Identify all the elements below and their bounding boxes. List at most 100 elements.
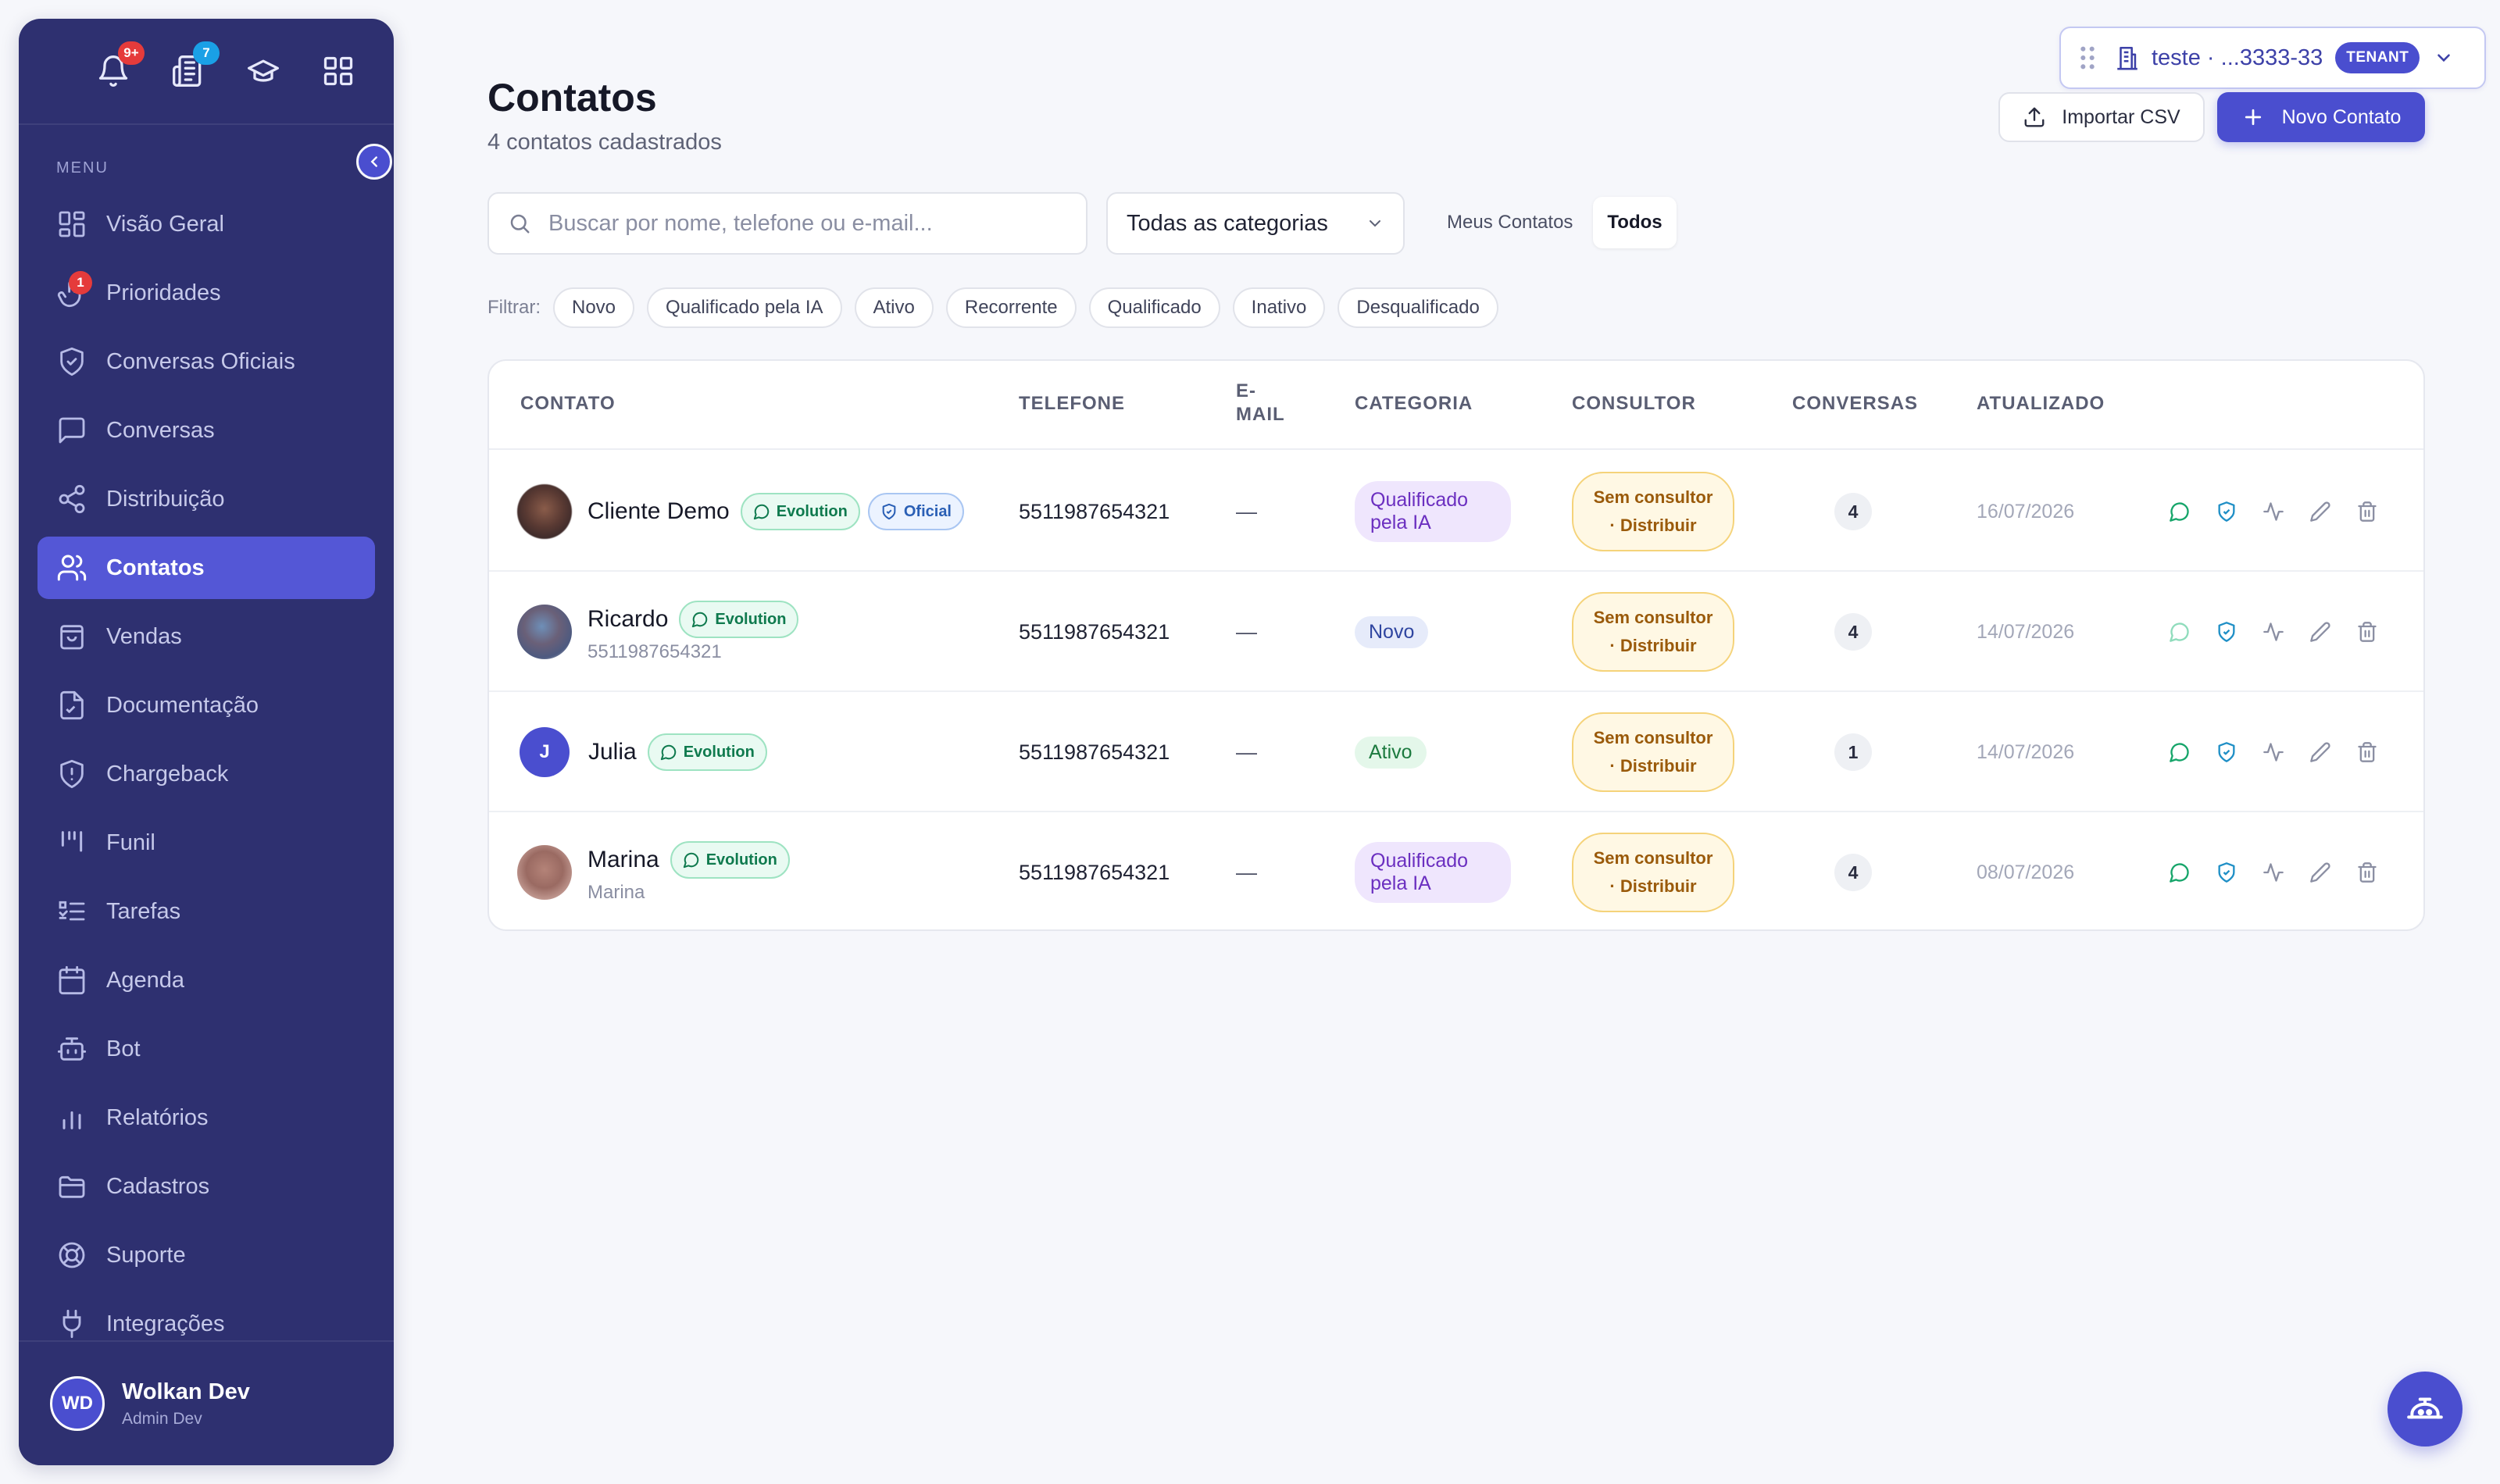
column-contato[interactable]: CONTATO [520, 392, 616, 416]
distribute-button[interactable]: Sem consultor · Distribuir [1572, 833, 1734, 912]
contact-name-line: Cliente Demo Evolution Oficial [588, 493, 964, 530]
documents-button[interactable]: 7 [171, 41, 220, 88]
user-role: Admin Dev [122, 1409, 202, 1428]
contact-cell: Cliente Demo Evolution Oficial [517, 451, 964, 572]
column-telefone[interactable]: TELEFONE [1019, 392, 1125, 416]
sidebar-item-label: Tarefas [106, 898, 181, 924]
import-csv-button[interactable]: Importar CSV [1998, 92, 2205, 142]
contact-name[interactable]: Ricardo [588, 606, 668, 633]
edit-icon[interactable] [2309, 862, 2331, 883]
learning-button[interactable] [246, 54, 280, 88]
sidebar-item-cadastros[interactable]: Cadastros [38, 1155, 375, 1218]
table-row[interactable]: Marina Evolution Marina 5511987654321 — … [489, 812, 2423, 929]
toggle-todos[interactable]: Todos [1593, 197, 1677, 248]
trash-icon[interactable] [2356, 501, 2378, 523]
sidebar-item-label: Visão Geral [106, 211, 224, 237]
sidebar-item-documentacao[interactable]: Documentação [38, 674, 375, 737]
trash-icon[interactable] [2356, 862, 2378, 883]
sidebar-item-prioridades[interactable]: 1 Prioridades [38, 262, 375, 324]
filter-chip-novo[interactable]: Novo [553, 287, 635, 328]
toggle-meus-contatos[interactable]: Meus Contatos [1433, 197, 1587, 248]
search-input[interactable] [548, 210, 1064, 237]
edit-icon[interactable] [2309, 621, 2331, 643]
contact-name[interactable]: Cliente Demo [588, 498, 730, 525]
table-row[interactable]: Ricardo Evolution 5511987654321 55119876… [489, 572, 2423, 692]
whatsapp-chat-icon[interactable] [2169, 862, 2191, 883]
notifications-button[interactable]: 9+ [96, 41, 145, 88]
assistant-bot-button[interactable] [2388, 1372, 2462, 1447]
new-contact-button[interactable]: Novo Contato [2217, 92, 2425, 142]
sidebar-item-funil[interactable]: Funil [38, 812, 375, 874]
distribute-button[interactable]: Sem consultor · Distribuir [1572, 472, 1734, 551]
column-atualizado[interactable]: ATUALIZADO [1977, 392, 2105, 416]
contact-name[interactable]: Marina [588, 847, 659, 873]
filter-chip-qualificado[interactable]: Qualificado [1088, 287, 1220, 328]
evolution-tag-label: Evolution [705, 851, 777, 869]
edit-icon[interactable] [2309, 501, 2331, 523]
tenant-selector[interactable]: teste · ...3333-33 TENANT [2059, 27, 2486, 89]
avatar [517, 484, 572, 539]
sidebar-item-bot[interactable]: Bot [38, 1018, 375, 1080]
user-profile[interactable]: WD Wolkan Dev Admin Dev [19, 1340, 394, 1465]
whatsapp-chat-icon[interactable] [2169, 501, 2191, 523]
sidebar-item-conversas[interactable]: Conversas [38, 399, 375, 462]
column-conversas[interactable]: CONVERSAS [1792, 392, 1918, 416]
category-select-value: Todas as categorias [1127, 210, 1328, 236]
sidebar-item-label: Conversas Oficiais [106, 348, 295, 374]
distribute-button[interactable]: Sem consultor · Distribuir [1572, 712, 1734, 792]
contact-cell: Ricardo Evolution 5511987654321 [517, 572, 799, 692]
bar-chart-icon [56, 1102, 88, 1133]
filter-chip-desqualificado[interactable]: Desqualificado [1338, 287, 1498, 328]
activity-icon[interactable] [2262, 862, 2284, 883]
sidebar-item-tarefas[interactable]: Tarefas [38, 880, 375, 943]
contact-name-line: Marina Evolution [588, 841, 790, 879]
filter-chip-recorrente[interactable]: Recorrente [945, 287, 1077, 328]
column-categoria[interactable]: CATEGORIA [1355, 392, 1473, 416]
page-subtitle: 4 contatos cadastrados [488, 130, 722, 155]
sidebar-item-suporte[interactable]: Suporte [38, 1224, 375, 1286]
sidebar-top-icons: 9+ 7 [19, 19, 394, 125]
table-row[interactable]: Cliente Demo Evolution Oficial 551198765… [489, 451, 2423, 572]
category-select[interactable]: Todas as categorias [1106, 192, 1405, 255]
sidebar-item-distribuicao[interactable]: Distribuição [38, 468, 375, 530]
row-actions [2169, 812, 2378, 929]
sidebar-item-visao-geral[interactable]: Visão Geral [38, 193, 375, 255]
sidebar-item-conversas-oficiais[interactable]: Conversas Oficiais [38, 330, 375, 393]
trash-icon[interactable] [2356, 741, 2378, 763]
activity-icon[interactable] [2262, 741, 2284, 763]
plus-icon [2245, 109, 2261, 126]
tenant-badge: TENANT [2335, 42, 2420, 73]
table-row[interactable]: J Julia Evolution 5511987654321 — Ativo … [489, 692, 2423, 812]
sidebar-item-vendas[interactable]: Vendas [38, 605, 375, 668]
documents-badge: 7 [193, 41, 220, 65]
sidebar-item-chargeback[interactable]: Chargeback [38, 743, 375, 805]
filter-chip-qualificado-ia[interactable]: Qualificado pela IA [647, 287, 842, 328]
activity-icon[interactable] [2262, 501, 2284, 523]
chevron-down-icon [2438, 54, 2451, 62]
official-chat-icon[interactable] [2216, 741, 2238, 763]
filter-chip-inativo[interactable]: Inativo [1232, 287, 1326, 328]
official-chat-icon[interactable] [2216, 862, 2238, 883]
apps-button[interactable] [321, 54, 355, 88]
sidebar-item-agenda[interactable]: Agenda [38, 949, 375, 1011]
phone-cell: 5511987654321 [1019, 499, 1170, 523]
collapse-sidebar-button[interactable] [356, 144, 392, 180]
column-consultor[interactable]: CONSULTOR [1572, 392, 1696, 416]
chat-icon [692, 612, 708, 628]
drag-handle-icon[interactable] [2077, 45, 2098, 71]
edit-icon[interactable] [2309, 741, 2331, 763]
official-chat-icon[interactable] [2216, 621, 2238, 643]
contact-name[interactable]: Julia [588, 739, 637, 765]
activity-icon[interactable] [2262, 621, 2284, 643]
sidebar-item-relatorios[interactable]: Relatórios [38, 1086, 375, 1149]
filter-chip-ativo[interactable]: Ativo [854, 287, 934, 328]
trash-icon[interactable] [2356, 621, 2378, 643]
chevron-left-icon [370, 156, 377, 167]
column-email[interactable]: E- MAIL [1236, 380, 1285, 426]
whatsapp-chat-icon[interactable] [2169, 741, 2191, 763]
whatsapp-chat-icon[interactable] [2169, 621, 2191, 643]
search-box [488, 192, 1088, 255]
sidebar-item-contatos[interactable]: Contatos [38, 537, 375, 599]
official-chat-icon[interactable] [2216, 501, 2238, 523]
distribute-button[interactable]: Sem consultor · Distribuir [1572, 592, 1734, 672]
